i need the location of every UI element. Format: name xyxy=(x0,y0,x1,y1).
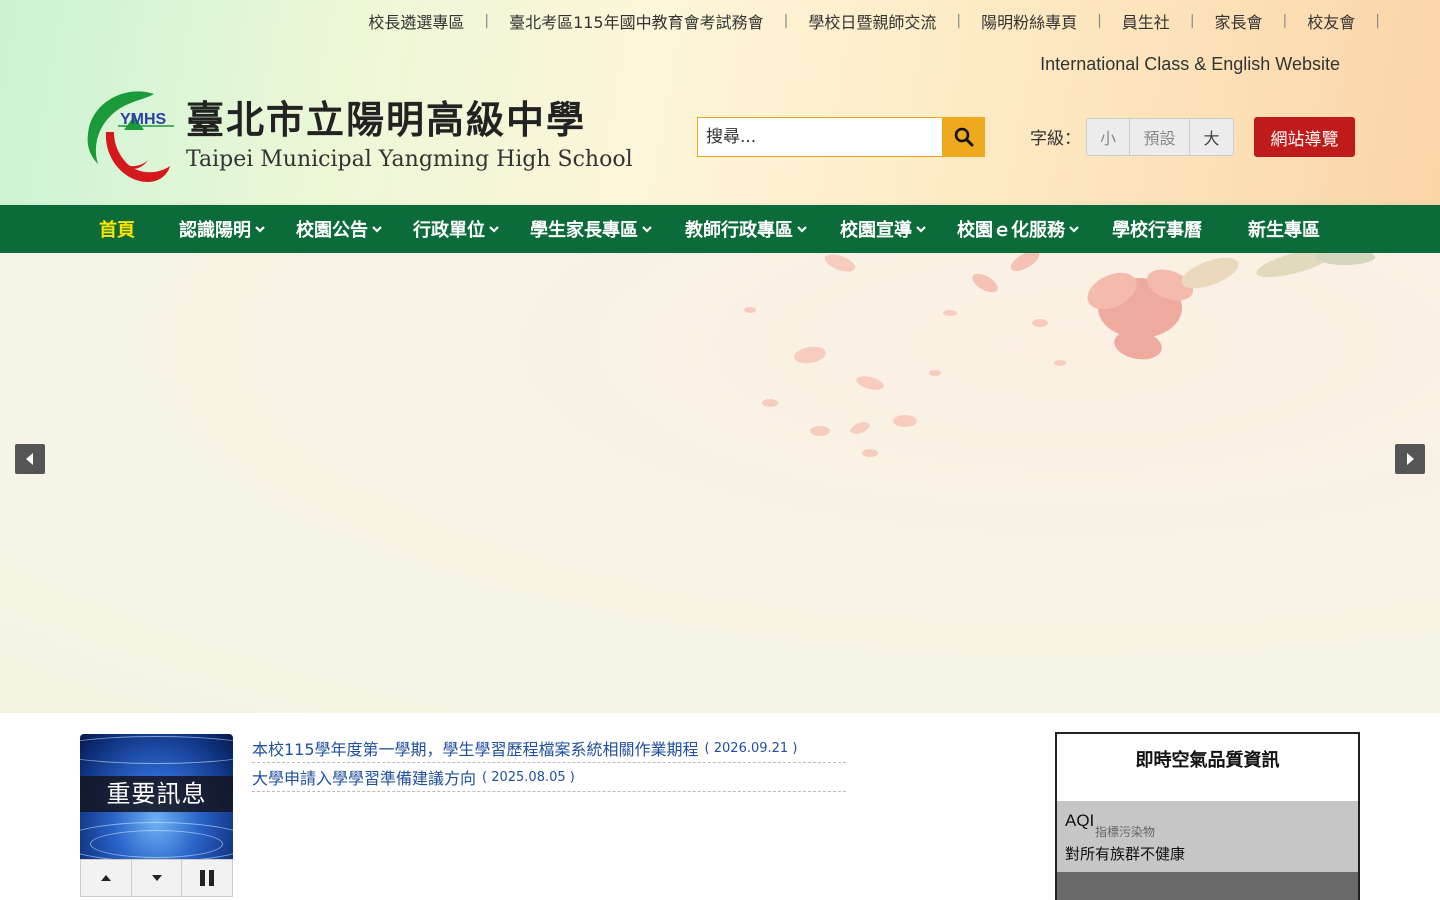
decor-ring xyxy=(80,736,233,764)
nav-freshman[interactable]: 新生專區 xyxy=(1248,205,1320,253)
nav-label: 首頁 xyxy=(99,220,135,241)
chevron-down-icon xyxy=(489,226,499,233)
search-button[interactable] xyxy=(942,117,985,157)
banner-prev-button[interactable] xyxy=(15,444,45,474)
news-item[interactable]: 大學申請入學學習準備建議方向 ( 2025.08.05 ) xyxy=(252,763,846,792)
news-image: 重要訊息 xyxy=(80,734,233,859)
arrow-right-icon xyxy=(1407,453,1414,465)
font-size-label: 字級： xyxy=(1030,129,1081,149)
aqi-pollutant-label: 指標污染物 xyxy=(1095,825,1156,839)
banner-next-button[interactable] xyxy=(1395,444,1425,474)
news-controls xyxy=(80,859,233,897)
school-name-zh: 臺北市立陽明高級中學 xyxy=(186,98,587,142)
school-logo-icon: YMHS xyxy=(87,91,174,182)
aqi-status-text: 對所有族群不健康 xyxy=(1065,845,1186,863)
sitemap-button[interactable]: 網站導覽 xyxy=(1254,117,1355,157)
chevron-down-icon xyxy=(372,226,382,233)
triangle-up-icon xyxy=(100,875,111,881)
arrow-left-icon xyxy=(26,453,33,465)
nav-calendar[interactable]: 學校行事曆 xyxy=(1112,205,1202,253)
site-header: 校長遴選專區 | 臺北考區115年國中教育會考試務會 | 學校日暨親師交流 | … xyxy=(0,0,1440,205)
triangle-down-icon xyxy=(151,875,162,881)
nav-label: 學校行事曆 xyxy=(1112,220,1202,241)
chevron-down-icon xyxy=(797,226,807,233)
news-pause-button[interactable] xyxy=(182,860,232,896)
chevron-down-icon xyxy=(916,226,926,233)
search-input[interactable] xyxy=(697,117,943,157)
news-list: 本校115學年度第一學期，學生學習歷程檔案系統相關作業期程 ( 2026.09.… xyxy=(252,734,846,792)
nav-e-services[interactable]: 校園ｅ化服務 xyxy=(957,205,1080,253)
flower-decoration xyxy=(744,253,1375,457)
hero-banner xyxy=(0,253,1440,713)
separator: | xyxy=(1375,13,1380,29)
top-link-fanpage[interactable]: 陽明粉絲專頁 xyxy=(961,9,1097,33)
school-name-en: Taipei Municipal Yangming High School xyxy=(186,147,633,172)
aqi-status-band: AQI 指標污染物 對所有族群不健康 xyxy=(1057,801,1358,872)
news-item-title: 大學申請入學學習準備建議方向 xyxy=(252,769,477,788)
news-image-title: 重要訊息 xyxy=(80,776,233,812)
school-name[interactable]: 臺北市立陽明高級中學 Taipei Municipal Yangming Hig… xyxy=(186,96,633,174)
top-link-coop[interactable]: 員生社 xyxy=(1102,9,1190,33)
nav-about[interactable]: 認識陽明 xyxy=(179,205,266,253)
nav-teachers[interactable]: 教師行政專區 xyxy=(685,205,808,253)
main-nav: 首頁 認識陽明 校園公告 行政單位 學生家長專區 教師行政專區 校園宣導 校園ｅ… xyxy=(0,205,1440,253)
top-link-alumni[interactable]: 校友會 xyxy=(1287,9,1375,33)
pause-icon xyxy=(200,870,215,886)
nav-label: 校園宣導 xyxy=(840,220,912,241)
news-item-date: ( 2025.08.05 ) xyxy=(482,769,575,785)
news-item-date: ( 2026.09.21 ) xyxy=(704,740,798,756)
top-link-school-day[interactable]: 學校日暨親師交流 xyxy=(788,9,956,33)
nav-label: 學生家長專區 xyxy=(530,220,638,241)
nav-announcements[interactable]: 校園公告 xyxy=(296,205,383,253)
aqi-footer-band xyxy=(1057,872,1358,900)
nav-label: 教師行政專區 xyxy=(685,220,793,241)
news-down-button[interactable] xyxy=(132,860,183,896)
chevron-down-icon xyxy=(255,226,265,233)
top-link-principal[interactable]: 校長遴選專區 xyxy=(348,9,484,33)
school-logo[interactable]: YMHS xyxy=(84,86,180,188)
english-website-link[interactable]: International Class & English Website xyxy=(1040,54,1340,75)
top-links: 校長遴選專區 | 臺北考區115年國中教育會考試務會 | 學校日暨親師交流 | … xyxy=(348,9,1380,33)
news-item-title: 本校115學年度第一學期，學生學習歷程檔案系統相關作業期程 xyxy=(252,740,699,759)
nav-admin-units[interactable]: 行政單位 xyxy=(413,205,500,253)
search-icon xyxy=(954,127,973,147)
top-link-exam[interactable]: 臺北考區115年國中教育會考試務會 xyxy=(489,9,784,33)
font-size-small-button[interactable]: 小 xyxy=(1087,119,1130,155)
nav-label: 認識陽明 xyxy=(179,220,251,241)
aqi-widget: 即時空氣品質資訊 AQI 指標污染物 對所有族群不健康 xyxy=(1055,732,1360,900)
nav-label: 校園公告 xyxy=(296,220,368,241)
news-up-button[interactable] xyxy=(81,860,132,896)
nav-home[interactable]: 首頁 xyxy=(99,205,135,253)
chevron-down-icon xyxy=(1069,226,1079,233)
font-size-large-button[interactable]: 大 xyxy=(1190,119,1233,155)
font-size-default-button[interactable]: 預設 xyxy=(1130,119,1190,155)
news-item[interactable]: 本校115學年度第一學期，學生學習歷程檔案系統相關作業期程 ( 2026.09.… xyxy=(252,734,846,763)
nav-label: 新生專區 xyxy=(1248,220,1320,241)
font-size-group: 小 預設 大 xyxy=(1086,118,1234,156)
top-link-parents[interactable]: 家長會 xyxy=(1195,9,1283,33)
chevron-down-icon xyxy=(642,226,652,233)
aqi-title: 即時空氣品質資訊 xyxy=(1135,750,1280,771)
aqi-label: AQI xyxy=(1065,811,1095,830)
nav-students-parents[interactable]: 學生家長專區 xyxy=(530,205,653,253)
nav-publicity[interactable]: 校園宣導 xyxy=(840,205,927,253)
nav-label: 校園ｅ化服務 xyxy=(957,220,1065,241)
decor-ring xyxy=(90,830,223,858)
nav-label: 行政單位 xyxy=(413,220,485,241)
